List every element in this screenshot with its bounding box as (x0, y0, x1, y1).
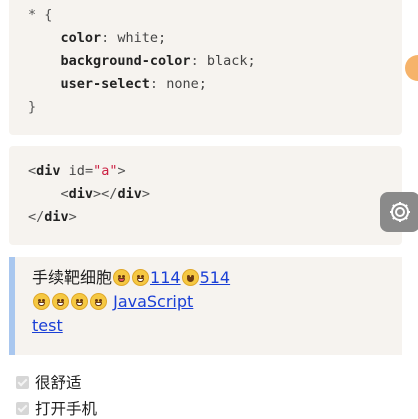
html-tag: div (44, 209, 69, 225)
link-test[interactable]: test (32, 316, 63, 335)
tongue-face-emoji-icon (113, 269, 131, 286)
html-tag: div (68, 186, 94, 202)
code-line: </div> (28, 209, 77, 225)
grin-face-emoji-icon (71, 293, 88, 310)
html-attr-name: id (68, 163, 85, 179)
quote-line-1: 手续靶细胞 114 514 (32, 266, 402, 290)
checkbox-row[interactable]: 打开手机 (16, 397, 97, 419)
floating-dot-icon[interactable] (405, 55, 418, 81)
css-close-brace: } (28, 99, 37, 115)
checkbox-row[interactable]: 很舒适 (16, 371, 82, 393)
html-code-block: <div id="a"> <div></div> </div> (9, 146, 402, 245)
checkbox-checked[interactable] (16, 375, 29, 389)
code-line: <div id="a"> (28, 163, 126, 179)
settings-gear-icon[interactable] (380, 192, 418, 232)
link-114[interactable]: 114 (150, 268, 181, 287)
laugh-face-emoji-icon (181, 269, 199, 286)
css-value: black; (206, 53, 256, 69)
css-value: white; (117, 30, 167, 46)
code-line: } (28, 96, 402, 119)
blockquote: 手续靶细胞 114 514 JavaScript test (9, 257, 402, 355)
checkbox-checked[interactable] (16, 401, 29, 415)
quote-line-3: test (32, 314, 402, 338)
html-tag: div (36, 163, 61, 179)
link-javascript[interactable]: JavaScript (113, 292, 193, 311)
code-line: * { (28, 4, 402, 27)
checkbox-label: 打开手机 (35, 400, 98, 418)
grin-face-emoji-icon (33, 293, 50, 310)
quote-line-2: JavaScript (32, 290, 402, 314)
code-line: user-select: none; (60, 76, 207, 92)
grin-face-emoji-icon (52, 293, 69, 310)
link-514[interactable]: 514 (200, 268, 231, 287)
html-tag: div (117, 186, 142, 202)
css-code-block: * { color: white; background-color: blac… (9, 0, 402, 135)
page: * { color: white; background-color: blac… (0, 0, 418, 419)
grin-face-emoji-icon (132, 269, 150, 286)
quote-text: 手续靶细胞 (32, 268, 113, 287)
grin-face-emoji-icon (90, 293, 107, 310)
css-property: color (60, 30, 102, 46)
code-line: background-color: black; (60, 53, 256, 69)
code-line: <div></div> (60, 186, 150, 202)
css-value: none; (166, 76, 207, 92)
html-attr-value: "a" (93, 163, 118, 179)
css-property: user-select (60, 76, 150, 92)
css-property: background-color (60, 53, 191, 69)
checkbox-label: 很舒适 (35, 374, 82, 392)
gear-icon (390, 202, 410, 222)
css-selector: * { (28, 7, 53, 23)
code-line: color: white; (60, 30, 167, 46)
